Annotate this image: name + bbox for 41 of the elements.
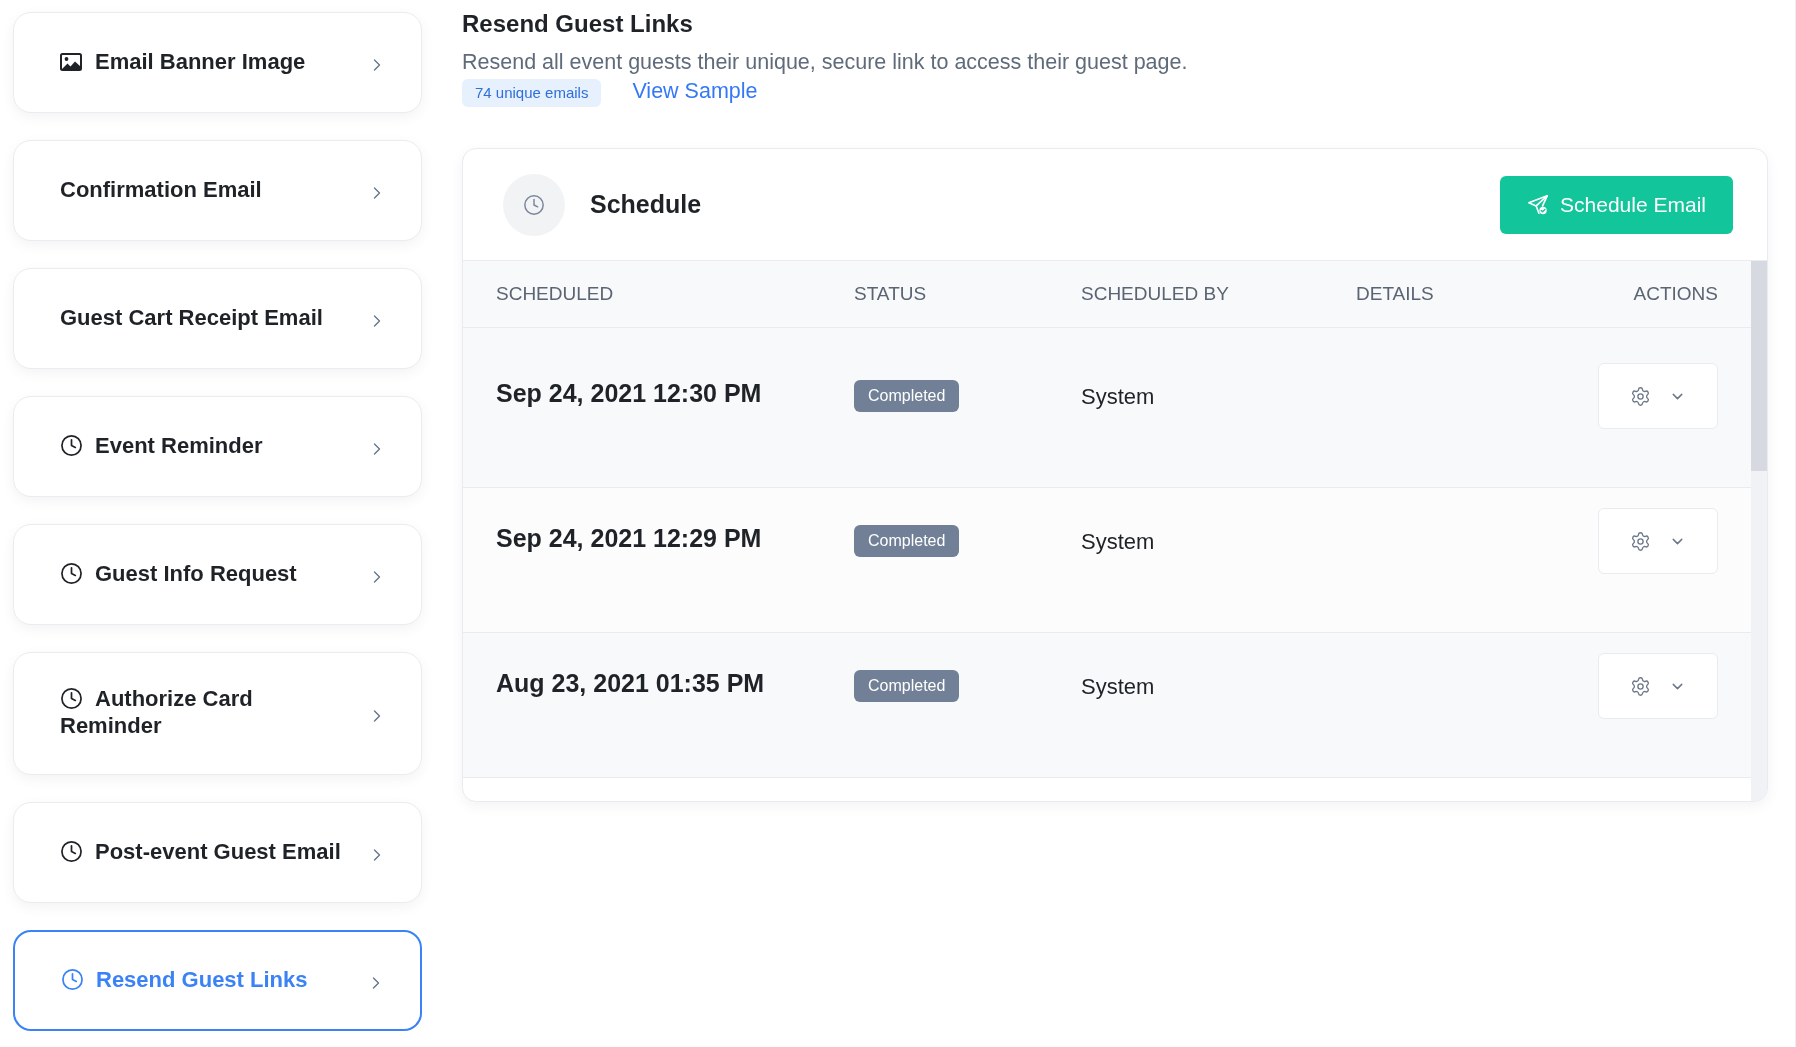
gear-icon: [1630, 385, 1651, 407]
sidebar-item[interactable]: Post-event Guest Email: [13, 802, 422, 903]
scheduled-time: Sep 24, 2021 12:30 PM: [496, 378, 762, 410]
clock-icon: [60, 687, 83, 710]
scheduled-time: Sep 24, 2021 12:29 PM: [496, 523, 762, 555]
sidebar-item[interactable]: Confirmation Email: [13, 140, 422, 241]
email-count-badge: 74 unique emails: [462, 79, 602, 107]
scrollbar[interactable]: [1751, 261, 1767, 801]
paper-plane-icon: [1527, 193, 1550, 216]
actions-dropdown-button[interactable]: [1598, 363, 1718, 429]
page-title: Resend Guest Links: [462, 9, 693, 39]
scheduled-by: System: [1081, 672, 1155, 701]
clock-icon: [60, 433, 83, 457]
sidebar-item[interactable]: Guest Info Request: [13, 524, 422, 625]
actions-dropdown-button[interactable]: [1598, 653, 1718, 719]
status-badge: Completed: [854, 670, 960, 702]
scheduled-by: System: [1081, 382, 1155, 411]
status-badge: Completed: [854, 380, 960, 412]
view-sample-link[interactable]: View Sample: [632, 77, 758, 104]
column-header: STATUS: [854, 281, 927, 306]
clock-icon: [60, 561, 83, 585]
scheduled-time: Aug 23, 2021 01:35 PM: [496, 668, 765, 700]
column-header: SCHEDULED BY: [1081, 281, 1229, 306]
page-description: Resend all event guests their unique, secure link to access their guest page.: [462, 50, 1188, 75]
column-header: DETAILS: [1356, 281, 1434, 306]
sidebar-item[interactable]: Authorize Card Reminder: [13, 652, 422, 775]
column-header: SCHEDULED: [496, 281, 614, 306]
sidebar-item[interactable]: Email Banner Image: [13, 12, 422, 113]
image-icon: [60, 52, 82, 71]
sidebar-item[interactable]: Resend Guest Links: [13, 930, 422, 1031]
sidebar-item[interactable]: Guest Cart Receipt Email: [13, 268, 422, 369]
clock-icon: [61, 967, 84, 991]
schedule-title: Schedule: [590, 188, 702, 220]
gear-icon: [1630, 530, 1651, 552]
scheduled-by: System: [1081, 527, 1155, 556]
actions-dropdown-button[interactable]: [1598, 508, 1718, 574]
clock-icon: [60, 839, 83, 863]
gear-icon: [1630, 675, 1651, 697]
sidebar-item[interactable]: Event Reminder: [13, 396, 422, 497]
status-badge: Completed: [854, 525, 960, 557]
column-header: ACTIONS: [1633, 281, 1718, 306]
